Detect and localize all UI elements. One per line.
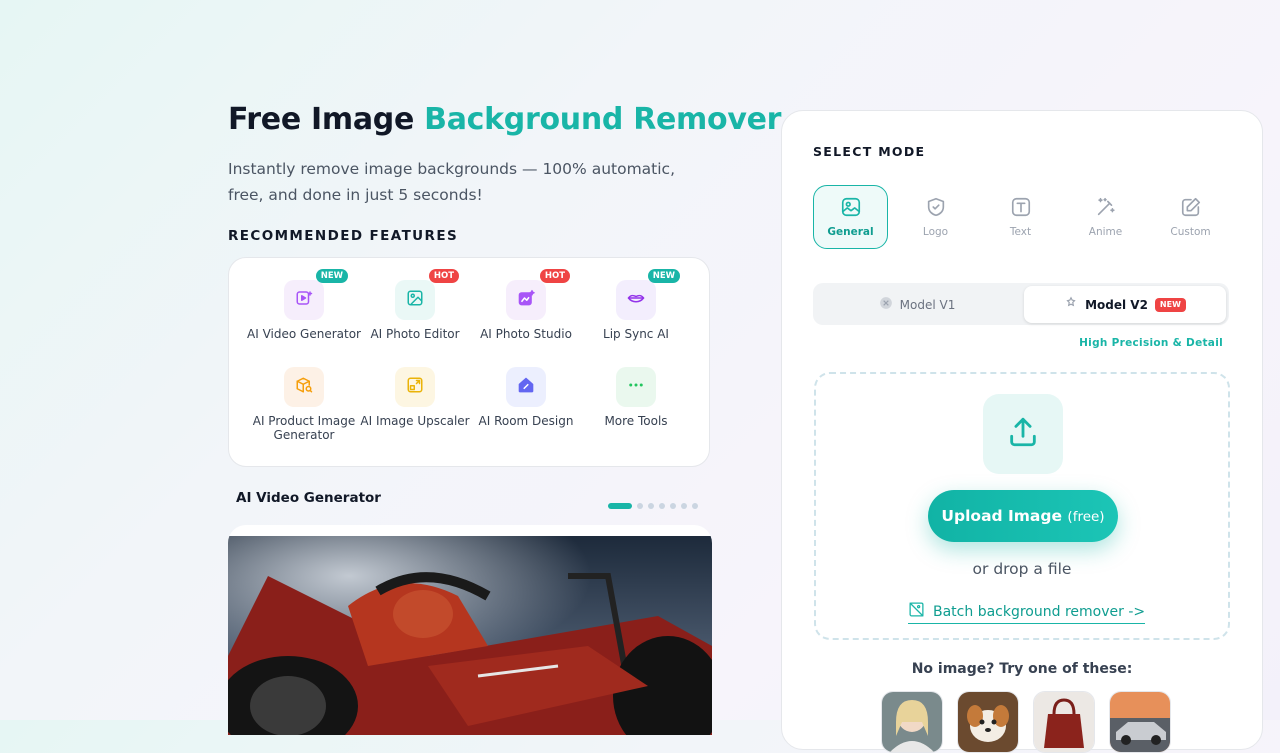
feature-ai-photo-studio[interactable]: HOT AI Photo Studio (466, 269, 586, 341)
recommended-features-card: NEW AI Video Generator HOT AI Photo Edit… (228, 257, 710, 467)
lips-icon (627, 289, 645, 311)
feature-label: More Tools (604, 414, 668, 428)
mode-logo[interactable]: Logo (898, 185, 973, 249)
model-v2-option[interactable]: Model V2 NEW (1024, 286, 1226, 323)
more-dots-icon (627, 376, 645, 398)
carousel-dot[interactable] (637, 503, 643, 509)
feature-label: AI Video Generator (247, 327, 361, 341)
photo-icon (406, 289, 424, 311)
page-subtitle: Instantly remove image backgrounds — 100… (228, 160, 676, 204)
page-title-accent: Background Remover (424, 102, 782, 137)
product-box-icon (295, 376, 313, 398)
upload-button-free: (free) (1067, 509, 1105, 525)
race-car-image (228, 536, 712, 735)
page-title-plain: Free Image (228, 102, 425, 137)
shield-check-icon (925, 196, 947, 226)
feature-label: AI Photo Editor (370, 327, 460, 341)
feature-ai-room-design[interactable]: AI Room Design (466, 367, 586, 428)
upload-icon-tile (983, 394, 1063, 474)
batch-remover-label: Batch background remover -> (933, 603, 1146, 620)
sample-image-dog[interactable] (957, 691, 1019, 753)
new-badge: NEW (647, 269, 680, 283)
mode-label: Logo (922, 226, 949, 238)
sample-image-car[interactable] (1109, 691, 1171, 753)
model-v1-icon (879, 296, 893, 313)
text-icon (1010, 196, 1032, 226)
hot-badge: HOT (539, 269, 570, 283)
feature-label: AI Product Image Generator (252, 414, 356, 442)
feature-label: AI Photo Studio (480, 327, 572, 341)
magic-wand-icon (1095, 196, 1117, 226)
select-mode-label: SELECT MODE (813, 144, 926, 159)
upload-image-button[interactable]: Upload Image (free) (928, 490, 1118, 542)
feature-ai-image-upscaler[interactable]: AI Image Upscaler (355, 367, 475, 428)
upload-panel: SELECT MODE General Logo Text Anime Cust… (781, 110, 1263, 753)
hot-badge: HOT (428, 269, 459, 283)
carousel-title: AI Video Generator (236, 490, 381, 506)
mode-text[interactable]: Text (983, 185, 1058, 249)
feature-ai-photo-editor[interactable]: HOT AI Photo Editor (355, 269, 475, 341)
feature-label: Lip Sync AI (603, 327, 669, 341)
upload-icon (1006, 415, 1040, 453)
mode-label: Text (1009, 226, 1032, 238)
photo-studio-icon (517, 289, 535, 311)
carousel-dot[interactable] (648, 503, 654, 509)
feature-ai-video-generator[interactable]: NEW AI Video Generator (244, 269, 364, 341)
edit-icon (1180, 196, 1202, 226)
model-v1-label: Model V1 (899, 297, 956, 312)
carousel-dots (608, 503, 698, 509)
carousel-slide[interactable] (228, 525, 712, 735)
sample-image-handbag[interactable] (1033, 691, 1095, 753)
recommended-features-label: RECOMMENDED FEATURES (228, 228, 459, 244)
drop-zone[interactable]: Upload Image (free) or drop a file Batch… (814, 372, 1230, 640)
upload-button-label: Upload Image (941, 507, 1063, 525)
batch-image-icon (908, 601, 925, 622)
mode-custom[interactable]: Custom (1153, 185, 1228, 249)
upscale-icon (406, 376, 424, 398)
new-badge: NEW (315, 269, 348, 283)
feature-more-tools[interactable]: More Tools (576, 367, 696, 428)
batch-remover-link[interactable]: Batch background remover -> (908, 601, 1146, 624)
mode-selector: General Logo Text Anime Custom (813, 185, 1228, 249)
new-badge: NEW (1154, 297, 1186, 312)
drop-file-text: or drop a file (972, 560, 1072, 578)
model-v1-option[interactable]: Model V1 (816, 286, 1018, 323)
feature-label: AI Room Design (478, 414, 574, 428)
precision-note: High Precision & Detail (1079, 337, 1223, 349)
sample-image-portrait[interactable] (881, 691, 943, 753)
mode-general[interactable]: General (813, 185, 888, 249)
image-icon (840, 196, 862, 226)
feature-ai-product-image-generator[interactable]: AI Product Image Generator (244, 367, 364, 442)
model-v2-icon (1064, 296, 1078, 313)
sample-prompt: No image? Try one of these: (911, 661, 1133, 677)
feature-label: AI Image Upscaler (360, 414, 470, 428)
mode-label: Custom (1170, 226, 1211, 238)
carousel-dot[interactable] (659, 503, 665, 509)
model-toggle: Model V1 Model V2 NEW (813, 283, 1229, 325)
mode-anime[interactable]: Anime (1068, 185, 1143, 249)
carousel-dot[interactable] (608, 503, 632, 509)
room-design-icon (517, 376, 535, 398)
mode-label: General (827, 226, 874, 238)
feature-lip-sync-ai[interactable]: NEW Lip Sync AI (576, 269, 696, 341)
mode-label: Anime (1088, 226, 1123, 238)
carousel-dot[interactable] (681, 503, 687, 509)
sample-images (881, 691, 1171, 753)
carousel-dot[interactable] (692, 503, 698, 509)
carousel-dot[interactable] (670, 503, 676, 509)
page-title: Free Image Background Remover (228, 102, 781, 137)
video-sparkle-icon (295, 289, 313, 311)
model-v2-label: Model V2 (1085, 297, 1148, 312)
